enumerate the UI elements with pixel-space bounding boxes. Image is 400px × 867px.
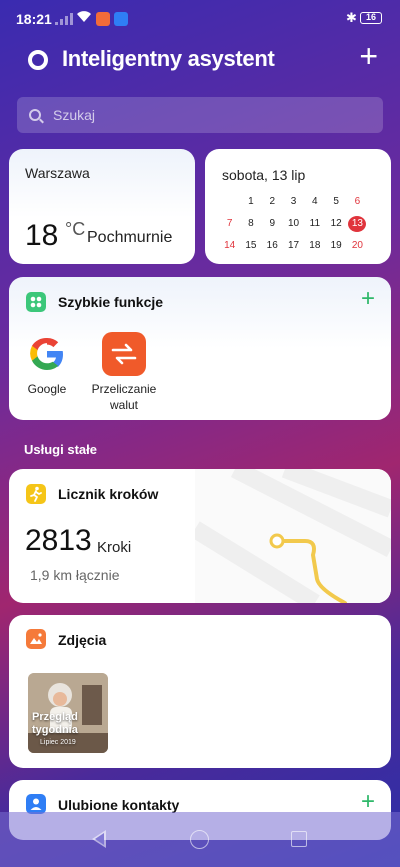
calendar-day: 19	[330, 240, 342, 251]
app-google-label: Google	[27, 382, 67, 396]
search-input[interactable]: Szukaj	[17, 97, 383, 133]
calendar-day	[219, 194, 240, 210]
google-icon	[25, 332, 69, 376]
quick-functions-icon	[26, 292, 46, 312]
calendar-day: 12	[330, 218, 342, 229]
wifi-icon	[76, 9, 92, 26]
calendar-day: 11	[309, 218, 321, 229]
back-icon[interactable]	[92, 830, 106, 848]
app-currency-label-line2: walut	[109, 398, 138, 412]
app-currency-converter[interactable]: Przeliczanie walut	[85, 332, 163, 412]
calendar-day: 15	[245, 240, 257, 251]
weather-condition: Pochmurnie	[87, 229, 173, 246]
assistant-logo-icon	[28, 50, 48, 70]
calendar-day: 9	[269, 218, 276, 229]
photos-title: Zdjęcia	[58, 632, 107, 648]
thumbnail-title: Przegląd tygodnia	[32, 711, 78, 736]
step-counter-title: Licznik kroków	[58, 486, 159, 502]
calendar-date: sobota, 13 lip	[222, 167, 306, 183]
calendar-day: 20	[351, 240, 363, 251]
favorite-contacts-title: Ulubione kontakty	[58, 797, 180, 813]
step-unit: Kroki	[97, 539, 132, 556]
currency-exchange-icon	[102, 332, 146, 376]
step-count: 2813	[25, 524, 92, 557]
map-illustration	[195, 469, 391, 603]
weather-card[interactable]: Warszawa 18 °C Pochmurnie	[9, 149, 195, 264]
calendar-day: 2	[269, 196, 276, 207]
calendar-day: 13	[348, 216, 367, 232]
status-bar: 18:21 ✱ 16	[0, 0, 400, 36]
app-header: Inteligentny asystent +	[28, 40, 378, 76]
app-google[interactable]: Google	[23, 332, 71, 396]
signal-icon	[55, 13, 73, 25]
section-label-permanent-services: Usługi stałe	[24, 442, 97, 457]
calendar-day: 18	[309, 240, 321, 251]
page-title: Inteligentny asystent	[62, 46, 275, 71]
notification-app-icon	[96, 12, 110, 26]
contacts-icon	[26, 794, 46, 814]
calendar-day: 3	[290, 196, 297, 207]
calendar-day: 5	[333, 196, 339, 207]
calendar-day: 1	[248, 196, 254, 207]
calendar-grid: 1 2 3 4 5 6 7 8 9 10 11 12 13 14 15 16 17 18 19 20	[219, 194, 385, 254]
calendar-day: 7	[226, 218, 233, 229]
app-currency-label-line1: Przeliczanie	[91, 382, 157, 396]
weather-city: Warszawa	[25, 165, 90, 181]
step-distance: 1,9 km łącznie	[30, 567, 120, 583]
status-time: 18:21	[16, 11, 52, 27]
search-placeholder: Szukaj	[53, 107, 96, 123]
calendar-day: 6	[354, 196, 361, 207]
photos-icon	[26, 629, 46, 649]
notification-app-icon	[114, 12, 128, 26]
thumbnail-subtitle: Lipiec 2019	[40, 739, 76, 746]
weather-unit: °C	[65, 219, 86, 239]
calendar-card[interactable]: sobota, 13 lip 1 2 3 4 5 6 7 8 9 10 11 12 13 14 15 16 17…	[205, 149, 391, 264]
bluetooth-icon: ✱	[346, 10, 357, 25]
search-icon	[29, 109, 41, 121]
calendar-day: 4	[312, 196, 318, 207]
calendar-day: 10	[287, 218, 300, 229]
add-quick-function-button[interactable]: +	[361, 287, 375, 311]
step-counter-card[interactable]: Licznik kroków 2813 Kroki 1,9 km łącznie	[9, 469, 391, 603]
step-counter-icon	[26, 484, 46, 504]
calendar-day: 14	[224, 240, 236, 251]
recent-apps-icon[interactable]	[291, 831, 307, 847]
weather-temperature: 18	[25, 219, 59, 252]
quick-functions-title: Szybkie funkcje	[58, 294, 164, 310]
calendar-day: 17	[287, 240, 300, 251]
calendar-day: 16	[266, 240, 278, 251]
photos-card[interactable]: Zdjęcia Przegląd tygodnia Lipiec 2019	[9, 615, 391, 768]
calendar-day: 8	[248, 218, 254, 229]
add-widget-button[interactable]: +	[359, 40, 378, 72]
battery-icon: 16	[360, 12, 382, 24]
weekly-review-thumbnail[interactable]: Przegląd tygodnia Lipiec 2019	[28, 673, 108, 753]
quick-functions-card: Szybkie funkcje + Google Przeliczanie wa…	[9, 277, 391, 420]
home-icon[interactable]	[190, 830, 209, 849]
add-favorite-contact-button[interactable]: +	[361, 790, 375, 814]
